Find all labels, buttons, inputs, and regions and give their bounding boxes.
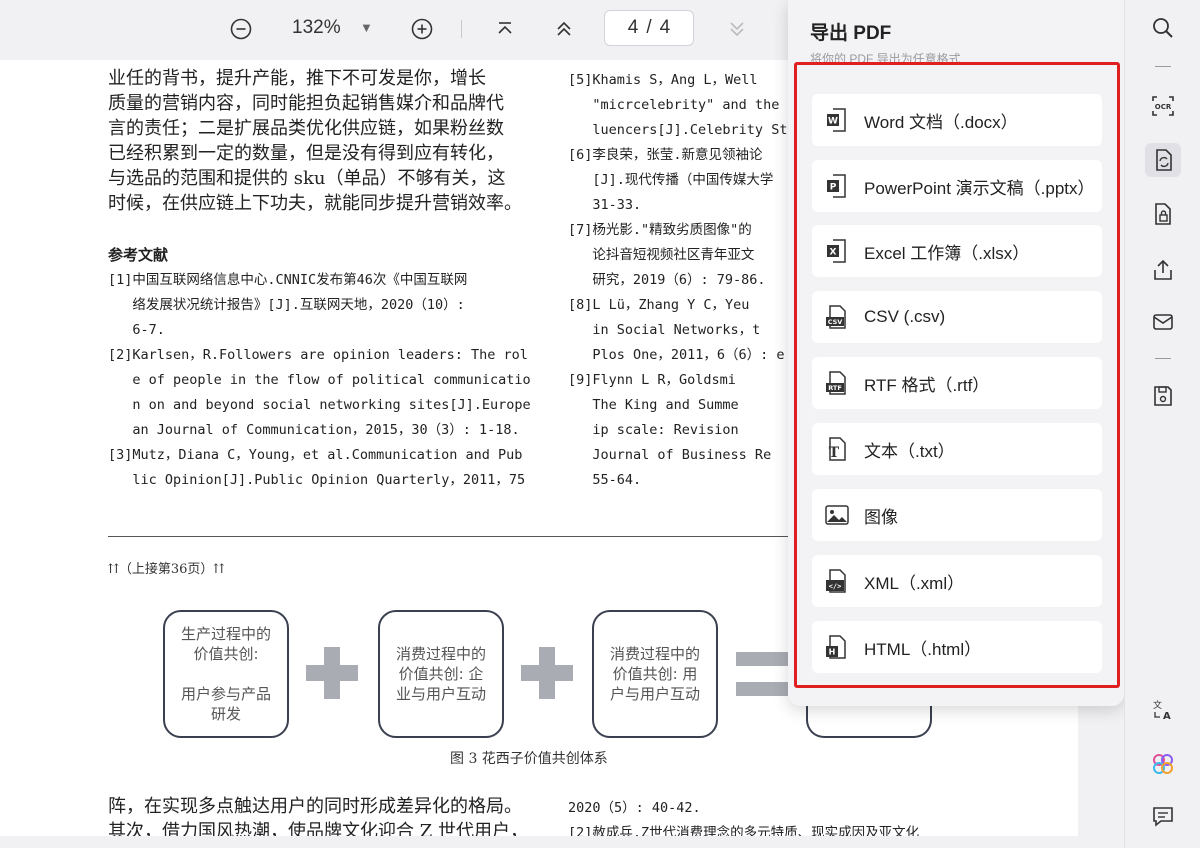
diagram-box-user: 消费过程中的 价值共创: 用 户与用户互动 [592, 610, 718, 738]
rail-divider [1155, 66, 1171, 67]
translate-icon[interactable]: 文A [1149, 696, 1177, 724]
option-label: RTF 格式（.rtf） [864, 375, 990, 395]
references-heading: 参考文献 [108, 246, 169, 264]
plus-symbol [306, 647, 358, 699]
toolbar-divider [461, 20, 462, 38]
text-icon: T [824, 436, 850, 462]
references-right-column: [5]Khamis S，Ang L，Well "micrcelebrity" a… [568, 72, 796, 488]
right-tool-rail: OCR 文A [1124, 0, 1200, 848]
zoom-dropdown-icon[interactable]: ▼ [360, 20, 373, 35]
svg-text:RTF: RTF [828, 384, 842, 392]
section-divider [108, 536, 798, 537]
csv-icon: CSV [824, 304, 850, 330]
ai-assistant-icon[interactable] [1149, 750, 1177, 778]
save-icon[interactable] [1149, 382, 1177, 410]
svg-text:A: A [1163, 711, 1171, 722]
option-label: PowerPoint 演示文稿（.pptx） [864, 178, 1095, 198]
export-option-word[interactable]: W Word 文档（.docx） [812, 94, 1102, 146]
export-option-powerpoint[interactable]: P PowerPoint 演示文稿（.pptx） [812, 160, 1102, 212]
convert-icon[interactable] [1149, 146, 1177, 174]
export-option-excel[interactable]: X Excel 工作簿（.xlsx） [812, 225, 1102, 277]
svg-text:P: P [830, 183, 837, 193]
pdf-editor-window: 132% ▼ 4 / 4 业任的背书，提升产能，推下不可发是你，增长 质量的营销… [0, 0, 1200, 848]
page-number-field[interactable]: 4 / 4 [604, 10, 694, 46]
continued-from-note: ⇈（上接第36页）⇈ [108, 562, 225, 577]
zoom-in-icon[interactable] [407, 14, 437, 44]
export-option-rtf[interactable]: RTF RTF 格式（.rtf） [812, 357, 1102, 409]
current-page[interactable]: 4 [628, 17, 639, 39]
body-text-bottom: 阵，在实现多点触达用户的同时形成差异化的格局。 其次，借力国风热潮，使品牌文化迎… [108, 796, 528, 836]
option-label: 文本（.txt） [864, 441, 955, 461]
svg-text:T: T [829, 445, 840, 461]
rail-divider [1155, 358, 1171, 359]
svg-text:CSV: CSV [828, 318, 843, 326]
option-label: Excel 工作簿（.xlsx） [864, 243, 1030, 263]
diagram-box-enterprise: 消费过程中的 价值共创: 企 业与用户互动 [378, 610, 504, 738]
option-label: CSV (.csv) [864, 307, 946, 326]
next-page-icon[interactable] [722, 14, 752, 44]
ocr-icon[interactable]: OCR [1149, 92, 1177, 120]
first-page-icon[interactable] [490, 14, 520, 44]
plus-symbol [521, 647, 573, 699]
export-option-image[interactable]: 图像 [812, 489, 1102, 541]
option-label: XML（.xml） [864, 573, 965, 593]
image-icon [824, 502, 850, 528]
comment-icon[interactable] [1149, 802, 1177, 830]
powerpoint-icon: P [824, 173, 850, 199]
panel-title: 导出 PDF [810, 23, 892, 44]
export-option-csv[interactable]: CSV CSV (.csv) [812, 291, 1102, 343]
equals-symbol [736, 652, 788, 696]
zoom-level[interactable]: 132% [292, 17, 341, 39]
option-label: Word 文档（.docx） [864, 112, 1018, 132]
option-label: HTML（.html） [864, 639, 982, 659]
export-option-xml[interactable]: </> XML（.xml） [812, 555, 1102, 607]
excel-icon: X [824, 238, 850, 264]
mail-icon[interactable] [1149, 308, 1177, 336]
search-icon[interactable] [1149, 14, 1177, 42]
svg-text:文: 文 [1153, 699, 1162, 711]
page-separator: / [646, 17, 652, 38]
html-icon: H [824, 634, 850, 660]
total-pages: 4 [659, 17, 671, 38]
share-icon[interactable] [1149, 256, 1177, 284]
option-label: 图像 [864, 507, 898, 527]
svg-text:W: W [828, 117, 838, 127]
figure-caption: 图 3 花西子价值共创体系 [450, 751, 608, 767]
export-option-text[interactable]: T 文本（.txt） [812, 423, 1102, 475]
body-text-left: 业任的背书，提升产能，推下不可发是你，增长 质量的营销内容，同时能担负起销售媒介… [108, 68, 522, 214]
protect-icon[interactable] [1149, 200, 1177, 228]
references-left-column: [1]中国互联网络信息中心.CNNIC发布第46次《中国互联网 络发展状况统计报… [108, 272, 531, 488]
word-icon: W [824, 107, 850, 133]
zoom-out-icon[interactable] [226, 14, 256, 44]
svg-text:H: H [829, 648, 836, 657]
references-bottom: 2020（5）: 40-42. [2]赦成兵.Z世代消费理念的多元特质、现实成因… [568, 800, 920, 836]
svg-text:X: X [830, 248, 837, 258]
previous-page-icon[interactable] [549, 14, 579, 44]
xml-icon: </> [824, 568, 850, 594]
diagram-box-production: 生产过程中的 价值共创: 用户参与产品 研发 [163, 610, 289, 738]
export-option-html[interactable]: H HTML（.html） [812, 621, 1102, 673]
rtf-icon: RTF [824, 370, 850, 396]
svg-text:OCR: OCR [1155, 103, 1172, 111]
svg-text:</>: </> [829, 583, 842, 591]
